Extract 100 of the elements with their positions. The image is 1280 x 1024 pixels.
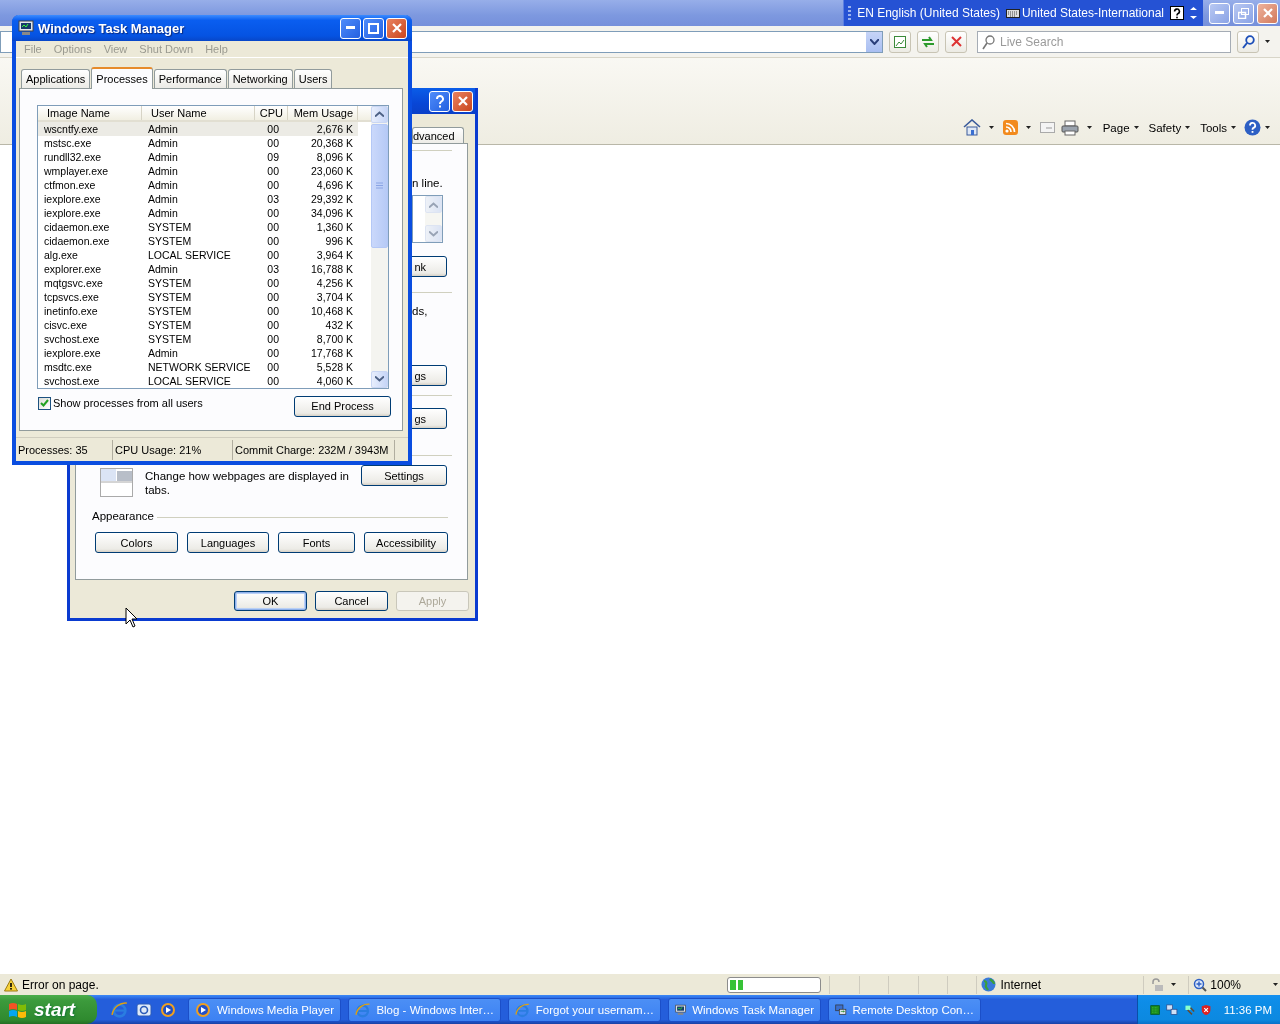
checkbox-label[interactable]: Show processes from all users [53,397,203,410]
options-icon[interactable] [1190,6,1197,20]
start-button[interactable]: start [0,995,97,1024]
table-row[interactable]: mqtgsvc.exe SYSTEM 00 4,256 K [38,275,358,290]
table-row[interactable]: svchost.exe SYSTEM 00 8,700 K [38,331,358,346]
minimize-button[interactable] [340,17,361,39]
table-cell-text: tcpsvcs.exe [43,289,100,304]
table-row[interactable]: mstsc.exe Admin 00 20,368 K [38,135,358,150]
close-button[interactable] [1257,2,1278,24]
clock[interactable]: 11:36 PM [1223,1003,1272,1016]
compatibility-button[interactable] [889,30,911,53]
dialog-button[interactable]: OK [234,591,307,611]
status-message: Error on page. [22,977,99,992]
caret-icon [1264,40,1270,43]
table-cell-text: mstsc.exe [43,135,93,150]
table-row[interactable]: rundll32.exe Admin 09 8,096 K [38,149,358,164]
table-cell-text: LOCAL SERVICE [147,247,232,262]
table-row[interactable]: inetinfo.exe SYSTEM 00 10,468 K [38,303,358,318]
table-cell-text: Admin [147,177,179,192]
close-button[interactable] [452,90,473,112]
table-row[interactable]: cidaemon.exe SYSTEM 00 996 K [38,233,358,248]
table-cell-text: SYSTEM [147,317,193,332]
table-cell-text: 03 [266,261,280,276]
caret-icon [1185,126,1191,129]
column-header[interactable]: User Name [142,105,255,120]
table-cell-text: 3,964 K [315,247,354,262]
table-row[interactable]: msdtc.exe NETWORK SERVICE 00 5,528 K [38,359,358,374]
language-label[interactable]: EN English (United States) [857,6,1000,20]
language-bar[interactable]: EN English (United States) United States-International [843,0,1203,26]
stop-icon [950,36,962,47]
maximize-button[interactable] [363,17,384,39]
windows-flag-icon [8,1000,28,1019]
table-cell-text: Admin [147,205,179,220]
table-cell-text: 00 [266,359,280,374]
search-icon [982,34,995,50]
appearance-button[interactable]: Languages [187,532,269,553]
table-row[interactable]: cisvc.exe SYSTEM 00 432 K [38,317,358,332]
search-button[interactable] [1237,30,1259,53]
menu-button[interactable]: Safety [1146,121,1193,134]
table-row[interactable]: alg.exe LOCAL SERVICE 00 3,964 K [38,247,358,262]
table-row[interactable]: iexplore.exe Admin 03 29,392 K [38,191,358,206]
warning-icon[interactable] [4,977,18,992]
zoom-icon[interactable] [1193,977,1208,992]
table-cell-text: 03 [266,191,280,206]
column-header[interactable]: Mem Usage [288,105,358,120]
table-cell-text: 432 K [324,317,354,332]
checkbox[interactable] [38,396,51,410]
end-process-button[interactable]: End Process [294,395,391,417]
appearance-button[interactable]: Accessibility [364,532,448,553]
table-cell-text: SYSTEM [147,275,193,290]
appearance-button[interactable]: Fonts [278,532,355,553]
computer-icon [675,1001,687,1018]
table-cell-text: Admin [147,261,179,276]
table-row[interactable]: tcpsvcs.exe SYSTEM 00 3,704 K [38,289,358,304]
column-header[interactable]: CPU [255,105,288,120]
media-player-icon [195,1001,211,1018]
refresh-button[interactable] [917,30,939,53]
tab[interactable]: Users [293,68,333,88]
grip-icon[interactable] [376,182,383,190]
table-cell-text: 2,676 K [315,121,354,136]
menu-button[interactable]: Page [1100,121,1141,134]
help-button[interactable] [1170,6,1184,20]
group-label: Appearance [92,510,155,522]
stop-button[interactable] [945,30,967,53]
search-field[interactable]: Live Search [977,30,1231,53]
caret-icon [1133,126,1139,129]
keyboard-layout-label[interactable]: United States-International [1021,6,1164,20]
close-button[interactable] [386,17,407,39]
table-cell-text: 00 [266,247,280,262]
tab[interactable]: Networking [227,68,293,88]
table-row[interactable]: explorer.exe Admin 03 16,788 K [38,261,358,276]
dropdown-button[interactable] [866,31,882,52]
table-cell-text: 5,528 K [315,359,354,374]
table-cell-text: 09 [266,149,280,164]
zoom-level[interactable]: 100% [1210,977,1241,992]
dialog-button[interactable]: Cancel [315,591,388,611]
column-header[interactable]: Image Name [38,105,142,120]
home-button[interactable] [962,119,981,136]
tab[interactable]: Applications [21,68,91,88]
table-row[interactable]: iexplore.exe Admin 00 17,768 K [38,345,358,360]
settings-button[interactable]: Settings [361,465,447,486]
table-row[interactable]: ctfmon.exe Admin 00 4,696 K [38,177,358,192]
table-row[interactable]: svchost.exe LOCAL SERVICE 00 4,060 K [38,373,358,388]
table-row[interactable]: cidaemon.exe SYSTEM 00 1,360 K [38,219,358,234]
tab[interactable]: Processes [91,66,153,89]
appearance-button[interactable]: Colors [95,532,178,553]
print-button[interactable] [1060,119,1079,136]
network-icon[interactable] [1166,1001,1178,1018]
table-cell-text: SYSTEM [147,233,193,248]
caret-icon [1087,126,1093,129]
table-cell-text: 00 [266,289,280,304]
tab[interactable]: Performance [153,68,227,88]
scrollbar[interactable] [371,105,388,388]
remote-desktop-icon [835,1001,847,1018]
table-row[interactable]: wmplayer.exe Admin 00 23,060 K [38,163,358,178]
maximize-icon [368,22,379,34]
table-row[interactable]: iexplore.exe Admin 00 34,096 K [38,205,358,220]
table-cell-text: LOCAL SERVICE [147,373,232,388]
menu-button[interactable]: Tools [1198,121,1238,134]
help-icon [434,94,445,108]
